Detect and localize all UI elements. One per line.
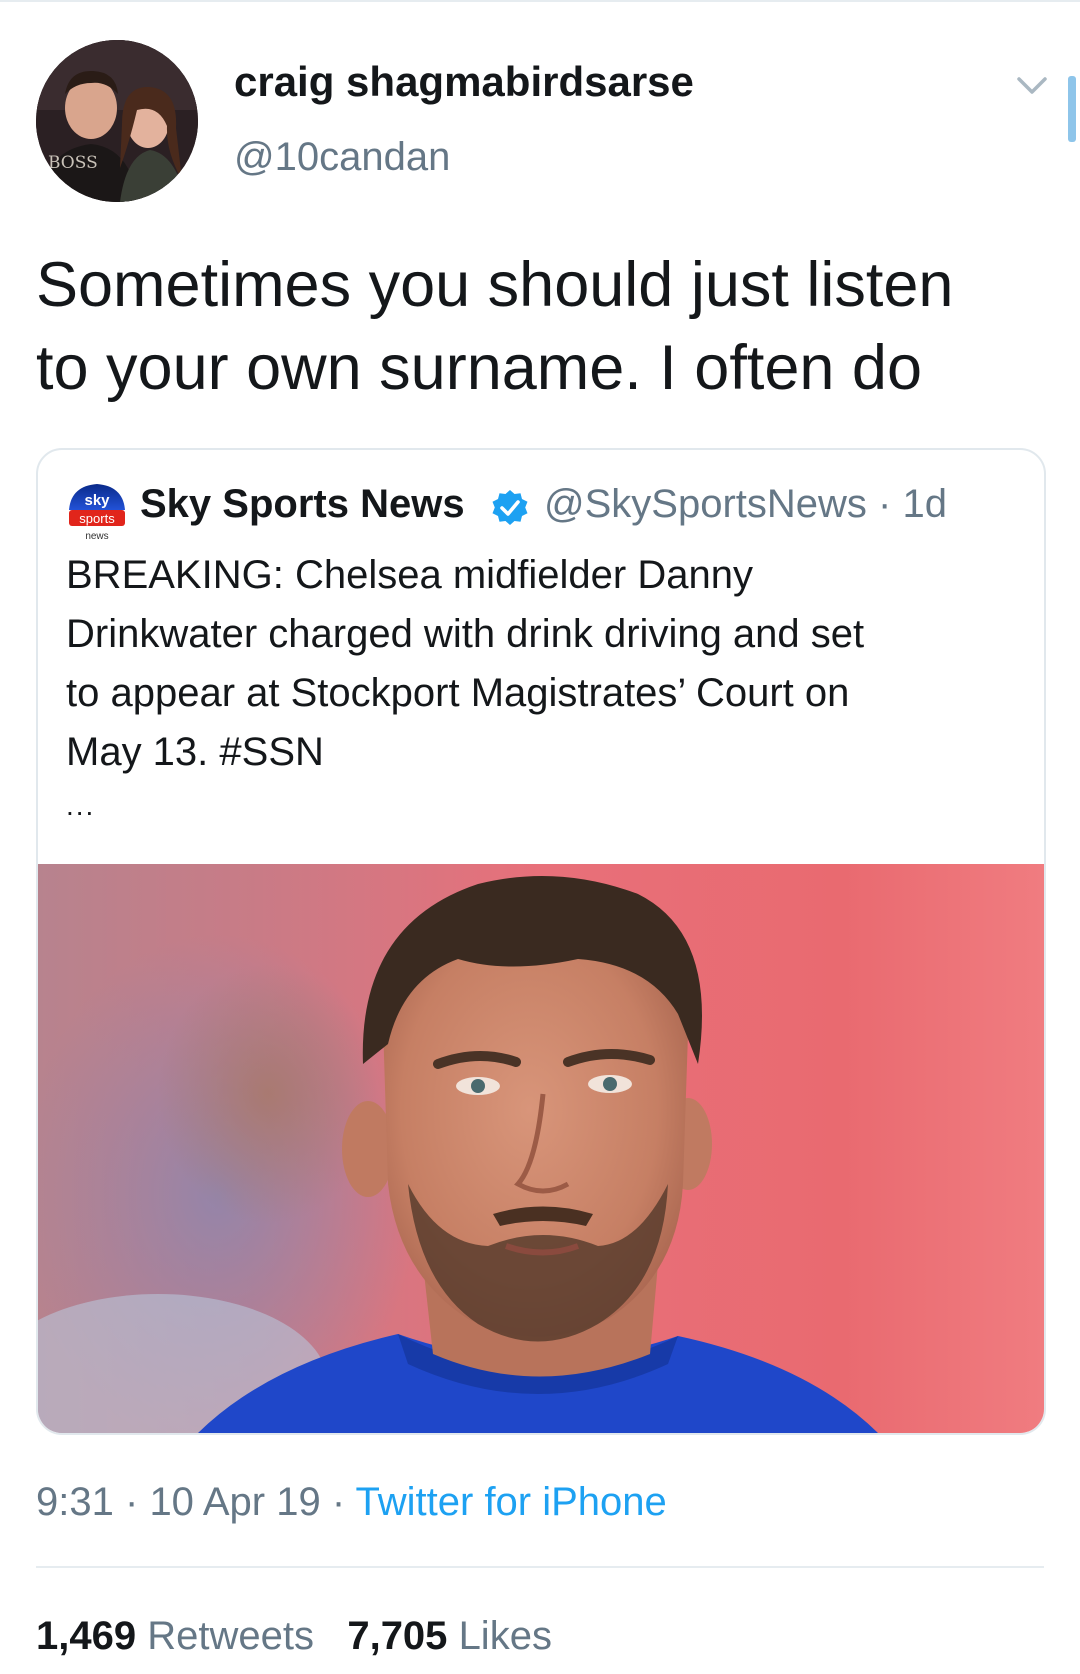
quoted-handle-line: @SkySportsNews · 1d [544, 478, 947, 530]
tweet-menu-button[interactable] [1012, 70, 1052, 100]
tweet-text-line: to your own surname. I often do [36, 333, 922, 403]
retweet-count: 1,469 [36, 1614, 137, 1658]
quoted-timestamp[interactable]: 1d [903, 482, 948, 526]
quoted-author-handle[interactable]: @SkySportsNews [544, 482, 867, 526]
quoted-text-line: to appear at Stockport Magistrates’ Cour… [66, 671, 850, 715]
like-label: Likes [458, 1614, 552, 1658]
like-count: 7,705 [347, 1614, 448, 1658]
retweets-stat[interactable]: 1,469 Retweets [36, 1614, 314, 1658]
top-divider [0, 0, 1080, 2]
quoted-text-line: BREAKING: Chelsea midfielder Danny [66, 553, 753, 597]
author-handle[interactable]: @10candan [234, 131, 450, 183]
truncation-ellipsis: ... [66, 790, 96, 821]
quoted-author-name[interactable]: Sky Sports News [140, 478, 465, 530]
tweet-date[interactable]: 10 Apr 19 [149, 1480, 320, 1524]
separator-dot: · [878, 482, 892, 526]
svg-text:BOSS: BOSS [48, 153, 98, 173]
tweet-text-line: Sometimes you should just listen [36, 250, 954, 320]
avatar-photo: BOSS [36, 40, 198, 202]
likes-stat[interactable]: 7,705 Likes [347, 1614, 552, 1658]
quoted-text-line: May 13. #SSN [66, 730, 324, 774]
stats-divider [36, 1566, 1044, 1568]
scroll-indicator[interactable] [1068, 76, 1076, 142]
separator-dot: · [331, 1480, 346, 1524]
tweet-time[interactable]: 9:31 [36, 1480, 114, 1524]
quoted-tweet-text: BREAKING: Chelsea midfielder Danny Drink… [66, 546, 986, 782]
verified-badge-icon [492, 490, 528, 525]
tweet-source-link[interactable]: Twitter for iPhone [356, 1480, 667, 1524]
quoted-tweet-card[interactable]: sky sports news Sky Sports News @SkySpor… [36, 448, 1046, 1435]
svg-text:news: news [85, 531, 108, 542]
avatar[interactable]: BOSS [36, 40, 198, 202]
player-portrait-image [38, 864, 1044, 1433]
retweet-label: Retweets [147, 1614, 314, 1658]
quoted-text-line: Drinkwater charged with drink driving an… [66, 612, 865, 656]
svg-text:sports: sports [79, 511, 115, 526]
chevron-down-icon [1017, 77, 1047, 94]
quoted-media-image[interactable] [38, 864, 1044, 1433]
svg-text:sky: sky [84, 492, 110, 509]
sky-sports-news-logo[interactable]: sky sports news [65, 480, 129, 544]
separator-dot: · [124, 1480, 139, 1524]
author-display-name[interactable]: craig shagmabirdsarse [234, 56, 694, 108]
tweet-text: Sometimes you should just listen to your… [36, 244, 1036, 410]
tweet-stats: 1,469 Retweets 7,705 Likes [36, 1610, 552, 1662]
tweet-metadata: 9:31 · 10 Apr 19 · Twitter for iPhone [36, 1476, 667, 1528]
